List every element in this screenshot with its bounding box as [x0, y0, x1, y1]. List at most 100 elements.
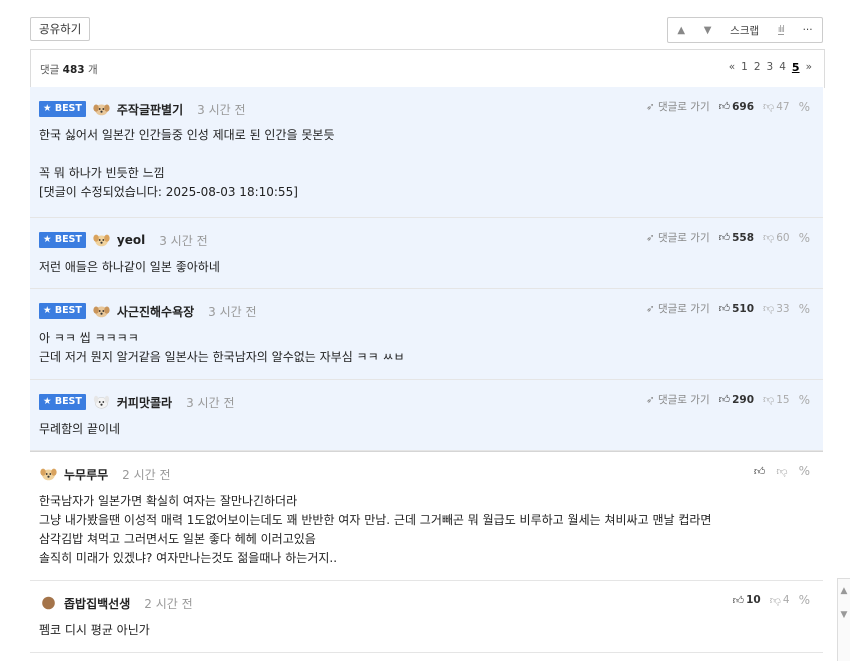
best-badge: ★ BEST — [39, 101, 86, 117]
pager-prev[interactable]: « — [729, 61, 735, 74]
downvote-button[interactable]: 👎︎ 60 — [763, 231, 790, 244]
comment-meta: ★ BEST 주작글판별기 3 시간 전 — [39, 100, 246, 118]
downvote-button[interactable]: 👎︎ 15 — [763, 393, 790, 406]
downvote-button[interactable]: 👎︎ 47 — [763, 100, 790, 113]
comment-meta: 누무루무 2 시간 전 — [39, 465, 171, 483]
comment-actions: 👍︎ 👎︎ % — [754, 464, 810, 478]
thumbs-up-icon: 👍︎ — [718, 393, 731, 406]
comment-author[interactable]: 누무루무 — [64, 466, 108, 483]
comment-actions: ➶ 댓글로 가기 👍︎ 290 👎︎ 15 % — [646, 392, 810, 407]
more-button[interactable]: ··· — [803, 24, 813, 36]
comment-list: ★ BEST 주작글판별기 3 시간 전 ➶ 댓글로 가기 👍︎ 696 👎︎ 47… — [30, 87, 823, 653]
link-icon[interactable]: % — [799, 464, 810, 478]
comment-actions: ➶ 댓글로 가기 👍︎ 558 👎︎ 60 % — [646, 230, 810, 245]
comment-line: 꼭 뭐 하나가 빈듯한 느낌 — [39, 166, 165, 180]
comment-header: 댓글 483 개 « 1 2 3 4 5 » — [30, 49, 825, 88]
thumbs-up-icon: 👍︎ — [718, 302, 731, 315]
link-icon[interactable]: % — [799, 100, 810, 114]
comment-line: 그냥 내가봤을땐 이성적 매력 1도없어보이는데도 꽤 반반한 여자 만남. 근… — [39, 513, 712, 527]
comment-line: [댓글이 수정되었습니다: 2025-08-03 18:10:55] — [39, 185, 298, 199]
arrow-up-icon[interactable]: ▲ — [677, 25, 685, 36]
comment-line: 저런 애들은 하나같이 일본 좋아하네 — [39, 260, 220, 274]
link-icon[interactable]: % — [799, 393, 810, 407]
link-icon[interactable]: % — [799, 231, 810, 245]
comment-meta: ★ BEST yeol 3 시간 전 — [39, 231, 208, 249]
upvote-button[interactable]: 👍︎ — [754, 465, 768, 478]
upvote-button[interactable]: 👍︎ 10 — [733, 594, 761, 607]
comment-item: ★ BEST 사근진해수욕장 3 시간 전 ➶ 댓글로 가기 👍︎ 510 👎︎ 3… — [30, 289, 823, 380]
pager-next[interactable]: » — [806, 61, 812, 74]
comment-count-value: 483 — [62, 64, 85, 76]
comment-line: 한국남자가 일본가면 확실히 여자는 잘만나긴하더라 — [39, 494, 298, 508]
goto-comment-link[interactable]: ➶ 댓글로 가기 — [646, 392, 710, 407]
link-icon[interactable]: % — [799, 593, 810, 607]
comment-item: 누무루무 2 시간 전 👍︎ 👎︎ % 한국남자가 일본가면 확실히 여자는 잘… — [30, 451, 823, 581]
goto-comment-link[interactable]: ➶ 댓글로 가기 — [646, 230, 710, 245]
comment-time: 3 시간 전 — [159, 233, 208, 248]
side-scroll-widget[interactable]: ▲ ▼ — [837, 578, 850, 661]
comment-line: 근데 저거 뭔지 알거같음 일본사는 한국남자의 알수없는 자부심 ㅋㅋ ㅆㅂ — [39, 350, 405, 364]
goto-comment-link[interactable]: ➶ 댓글로 가기 — [646, 301, 710, 316]
thumbs-up-icon: 👍︎ — [718, 100, 731, 113]
comment-author[interactable]: yeol — [117, 233, 145, 247]
comment-count-label: 댓글 — [40, 64, 60, 76]
pager-page[interactable]: 4 — [779, 61, 786, 74]
comment-item: ★ BEST 주작글판별기 3 시간 전 ➶ 댓글로 가기 👍︎ 696 👎︎ 47… — [30, 87, 823, 218]
comment-item: ★ BEST 커피맛콜라 3 시간 전 ➶ 댓글로 가기 👍︎ 290 👎︎ 15 … — [30, 380, 823, 451]
comment-actions: 👍︎ 10 👎︎ 4 % — [733, 593, 810, 607]
downvote-button[interactable]: 👎︎ — [776, 465, 789, 478]
comment-body: 무례함의 끝이네 — [39, 420, 120, 439]
best-badge: ★ BEST — [39, 232, 86, 248]
comment-line: 한국 싫어서 일본간 인간들중 인성 제대로 된 인간을 못본듯 — [39, 128, 335, 142]
upvote-button[interactable]: 👍︎ 558 — [719, 231, 754, 244]
thumbs-down-icon: 👎︎ — [763, 100, 775, 113]
comment-author[interactable]: 좁밥집백선생 — [64, 595, 130, 612]
comment-line: 아 ㅋㅋ 씹 ㅋㅋㅋㅋ — [39, 331, 139, 345]
share-button[interactable]: 공유하기 — [30, 17, 91, 41]
upvote-button[interactable]: 👍︎ 510 — [719, 302, 754, 315]
pager-page[interactable]: 2 — [754, 61, 761, 74]
comment-body: 한국남자가 일본가면 확실히 여자는 잘만나긴하더라 그냥 내가봤을땐 이성적 … — [39, 492, 711, 568]
comment-author[interactable]: 주작글판별기 — [117, 101, 183, 118]
downvote-button[interactable]: 👎︎ 4 — [770, 594, 790, 607]
thumbs-up-icon: 👍︎ — [753, 464, 766, 478]
chevron-up-icon[interactable]: ▲ — [838, 579, 850, 603]
goto-comment-link[interactable]: ➶ 댓글로 가기 — [646, 99, 710, 114]
comment-item: ★ BEST yeol 3 시간 전 ➶ 댓글로 가기 👍︎ 558 👎︎ 60 %… — [30, 218, 823, 289]
pager-page[interactable]: 1 — [741, 61, 748, 74]
comment-author[interactable]: 커피맛콜라 — [117, 394, 172, 411]
comment-meta: 좁밥집백선생 2 시간 전 — [39, 594, 193, 612]
best-badge: ★ BEST — [39, 394, 86, 410]
downvote-button[interactable]: 👎︎ 33 — [763, 302, 790, 315]
comment-actions: ➶ 댓글로 가기 👍︎ 510 👎︎ 33 % — [646, 301, 810, 316]
comment-line: 솔직히 미래가 있겠냐? 여자만나는것도 젊을때나 하는거지.. — [39, 551, 338, 565]
comment-actions: ➶ 댓글로 가기 👍︎ 696 👎︎ 47 % — [646, 99, 810, 114]
comment-body: 아 ㅋㅋ 씹 ㅋㅋㅋㅋ 근데 저거 뭔지 알거같음 일본사는 한국남자의 알수없… — [39, 329, 405, 367]
comment-count: 댓글 483 개 — [40, 62, 98, 77]
top-bar: 공유하기 ▲ ▼ 스크랩 ılıl ··· — [30, 15, 823, 43]
comment-body: 한국 싫어서 일본간 인간들중 인성 제대로 된 인간을 못본듯 꼭 뭐 하나가… — [39, 126, 334, 202]
comment-author[interactable]: 사근진해수욕장 — [117, 303, 194, 320]
link-icon[interactable]: % — [799, 302, 810, 316]
circle-avatar-icon — [42, 596, 55, 610]
comment-body: 펨코 디시 평균 아닌가 — [39, 621, 150, 640]
comment-time: 2 시간 전 — [144, 596, 193, 611]
puppy-avatar-icon — [93, 306, 110, 318]
pager-page[interactable]: 3 — [767, 61, 774, 74]
upvote-button[interactable]: 👍︎ 290 — [719, 393, 754, 406]
comment-line: 삼각김밥 쳐먹고 그러면서도 일본 좋다 헤헤 이러고있음 — [39, 532, 316, 546]
arrow-down-icon[interactable]: ▼ — [704, 25, 712, 36]
pager-current-page[interactable]: 5 — [792, 61, 800, 74]
comment-count-unit: 개 — [87, 64, 98, 76]
scrap-button[interactable]: 스크랩 — [730, 23, 759, 38]
bar-chart-icon[interactable]: ılıl — [777, 25, 785, 35]
post-toolbox: ▲ ▼ 스크랩 ılıl ··· — [667, 17, 823, 43]
upvote-button[interactable]: 👍︎ 696 — [719, 100, 754, 113]
chevron-down-icon[interactable]: ▼ — [838, 603, 850, 627]
best-badge: ★ BEST — [39, 303, 86, 319]
comment-body: 저런 애들은 하나같이 일본 좋아하네 — [39, 258, 220, 277]
comment-line — [39, 145, 334, 164]
comment-time: 3 시간 전 — [186, 395, 235, 410]
thumbs-down-icon: 👎︎ — [769, 593, 781, 607]
thumbs-down-icon: 👎︎ — [763, 302, 775, 315]
